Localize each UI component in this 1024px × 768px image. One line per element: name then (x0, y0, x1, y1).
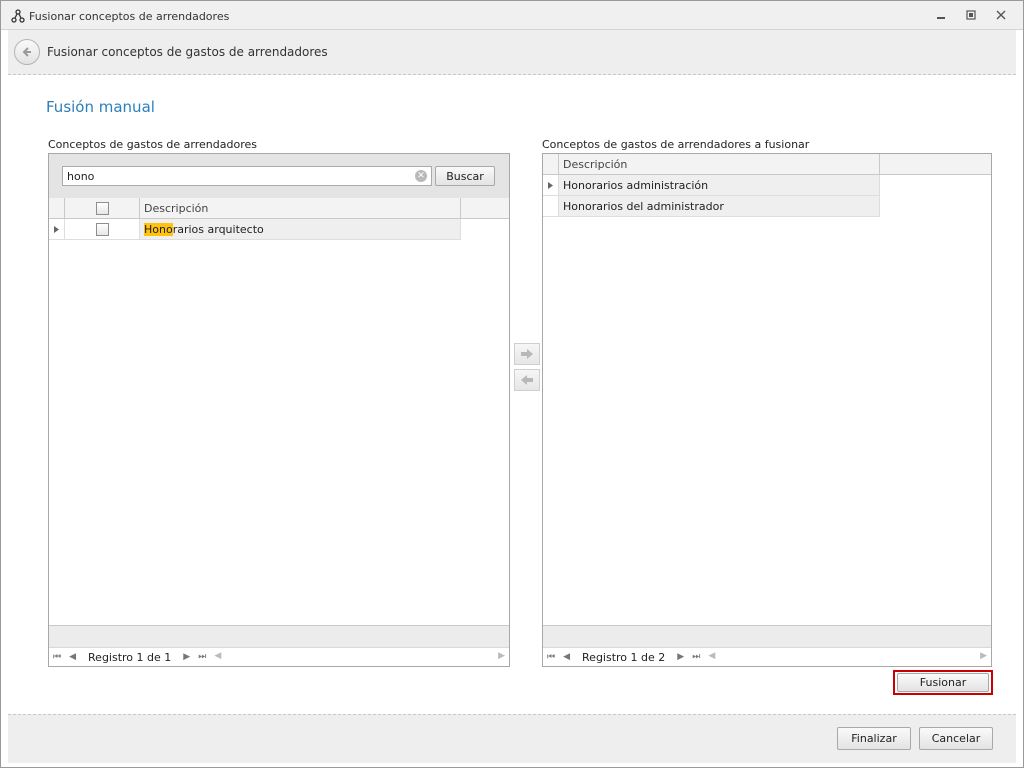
fusionar-button[interactable]: Fusionar (897, 673, 989, 692)
next-record-icon[interactable]: ▶ (183, 652, 190, 662)
column-header-descripcion[interactable]: Descripción (559, 154, 880, 174)
row-indicator-icon (543, 175, 559, 196)
right-grid-header: Descripción (543, 154, 991, 175)
window-title: Fusionar conceptos de arrendadores (29, 10, 230, 23)
scroll-left-icon[interactable]: ◀ (708, 651, 715, 661)
merge-icon (11, 9, 25, 23)
row-description: Honorarios del administrador (559, 196, 880, 217)
select-all-checkbox-cell[interactable] (65, 198, 140, 218)
arrow-left-icon (521, 375, 533, 385)
right-grid-footer (543, 625, 991, 648)
first-record-icon[interactable]: ⏮ (53, 652, 61, 662)
prev-record-icon[interactable]: ◀ (563, 652, 570, 662)
left-panel-label: Conceptos de gastos de arrendadores (48, 138, 257, 151)
last-record-icon[interactable]: ⏭ (692, 652, 700, 662)
row-indicator-header (543, 154, 559, 174)
restore-icon[interactable] (961, 7, 981, 23)
last-record-icon[interactable]: ⏭ (198, 652, 206, 662)
row-description-rest: rarios arquitecto (172, 222, 264, 236)
back-button[interactable] (14, 39, 40, 65)
table-row[interactable]: Hono rarios arquitecto (49, 219, 461, 240)
column-header-descripcion[interactable]: Descripción (140, 198, 461, 218)
scroll-left-icon[interactable]: ◀ (214, 651, 221, 661)
row-indicator-header (49, 198, 65, 218)
row-indicator-icon (49, 219, 65, 240)
left-navigator: ⏮ ◀ Registro 1 de 1 ▶ ⏭ ◀ ▶ (49, 647, 509, 666)
right-grid-panel: Descripción Honorarios administración Ho… (542, 153, 992, 667)
row-description: Hono rarios arquitecto (140, 219, 461, 240)
move-left-button[interactable] (514, 369, 540, 391)
minimize-icon[interactable] (931, 7, 951, 23)
right-panel-label: Conceptos de gastos de arrendadores a fu… (542, 138, 810, 151)
select-all-checkbox[interactable] (95, 201, 109, 215)
row-description: Honorarios administración (559, 175, 880, 196)
cancelar-button[interactable]: Cancelar (919, 727, 993, 750)
left-grid-header: Descripción (49, 198, 509, 219)
row-indicator (543, 196, 559, 217)
first-record-icon[interactable]: ⏮ (547, 652, 555, 662)
search-bar: hono ✕ Buscar (49, 154, 509, 199)
search-match-highlight: Hono (144, 222, 173, 236)
arrow-right-icon (521, 349, 533, 359)
page-title: Fusión manual (46, 98, 155, 116)
finalizar-button[interactable]: Finalizar (837, 727, 911, 750)
back-arrow-icon (22, 47, 31, 57)
left-grid-panel: hono ✕ Buscar Descripción Hono rarios arq… (48, 153, 510, 667)
next-record-icon[interactable]: ▶ (677, 652, 684, 662)
left-grid-footer (49, 625, 509, 648)
table-row[interactable]: Honorarios del administrador (543, 196, 880, 217)
row-checkbox[interactable] (95, 222, 109, 236)
record-counter: Registro 1 de 2 (582, 650, 666, 664)
right-navigator: ⏮ ◀ Registro 1 de 2 ▶ ⏭ ◀ ▶ (543, 647, 991, 666)
record-counter: Registro 1 de 1 (88, 650, 172, 664)
row-checkbox-cell[interactable] (65, 219, 140, 240)
prev-record-icon[interactable]: ◀ (69, 652, 76, 662)
close-icon[interactable] (991, 7, 1011, 23)
search-button[interactable]: Buscar (435, 166, 495, 186)
horizontal-scrollbar[interactable]: ◀ ▶ (704, 648, 991, 666)
wizard-title: Fusionar conceptos de gastos de arrendad… (47, 45, 328, 59)
search-input-value: hono (67, 169, 95, 183)
scroll-right-icon[interactable]: ▶ (498, 651, 505, 661)
scroll-right-icon[interactable]: ▶ (980, 651, 987, 661)
clear-search-icon[interactable]: ✕ (415, 170, 427, 182)
search-input[interactable]: hono ✕ (62, 166, 432, 186)
table-row[interactable]: Honorarios administración (543, 175, 880, 196)
move-right-button[interactable] (514, 343, 540, 365)
horizontal-scrollbar[interactable]: ◀ ▶ (210, 648, 509, 666)
